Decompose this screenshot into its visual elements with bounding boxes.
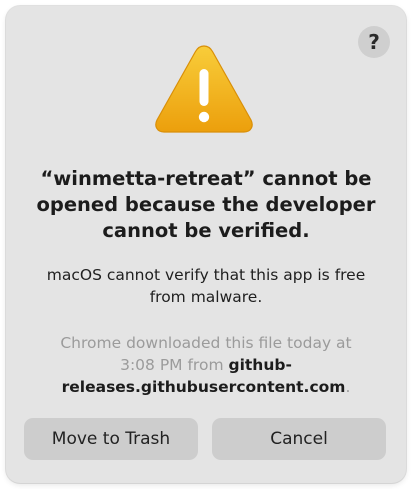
download-source: github- [228, 356, 292, 374]
detail-suffix: . [345, 378, 351, 396]
warning-triangle-icon [155, 45, 253, 133]
dialog-message: macOS cannot verify that this app is fre… [28, 264, 384, 308]
message-line: macOS cannot verify that this app is fre… [46, 266, 366, 284]
download-time: 3:08 PM from [120, 356, 229, 374]
dialog-title: “winmetta-retreat” cannot be opened beca… [36, 166, 376, 244]
message-line: from malware. [149, 288, 263, 306]
help-icon: ? [368, 30, 380, 54]
download-source: releases.githubusercontent.com [61, 378, 346, 396]
detail-line: Chrome downloaded this file today at [60, 334, 352, 352]
cancel-button[interactable]: Cancel [212, 418, 386, 460]
detail-line: 3:08 PM from github- [28, 354, 384, 376]
detail-line: releases.githubusercontent.com. [28, 376, 384, 398]
title-line: cannot be verified. [102, 219, 310, 242]
move-to-trash-button[interactable]: Move to Trash [24, 418, 198, 460]
title-line: “winmetta-retreat” cannot be [40, 167, 372, 190]
download-detail: Chrome downloaded this file today at 3:0… [28, 332, 384, 398]
alert-dialog: ? “winmetta-retreat” cannot be opened be… [6, 6, 406, 483]
title-line: opened because the developer [36, 193, 376, 216]
help-button[interactable]: ? [358, 26, 390, 58]
